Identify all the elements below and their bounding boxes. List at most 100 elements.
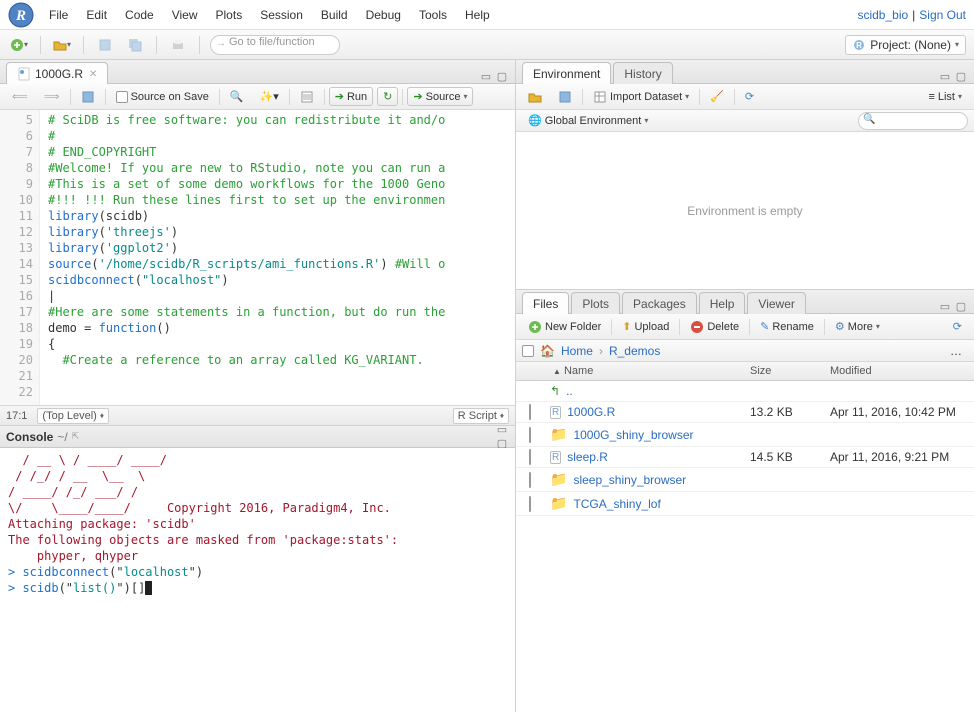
menu-debug[interactable]: Debug bbox=[366, 8, 401, 22]
new-file-button[interactable]: ▾ bbox=[8, 35, 30, 55]
project-chooser[interactable]: R Project: (None) ▾ bbox=[845, 35, 966, 55]
console-header: Console ~/ ⇱ ▭ ▢ bbox=[0, 426, 515, 448]
menu-code[interactable]: Code bbox=[125, 8, 154, 22]
lang-dropdown[interactable]: R Script♦ bbox=[453, 408, 509, 424]
env-save-button[interactable] bbox=[552, 87, 578, 107]
rename-button[interactable]: ✎Rename bbox=[754, 317, 820, 336]
file-link[interactable]: Rsleep.R bbox=[550, 450, 738, 464]
nav-fwd-button[interactable]: ⟹ bbox=[38, 87, 66, 106]
tab-help[interactable]: Help bbox=[699, 292, 746, 314]
folder-icon: 📁 bbox=[550, 471, 567, 488]
breadcrumb-home[interactable]: Home bbox=[561, 344, 593, 358]
notebook-button[interactable] bbox=[294, 87, 320, 107]
import-dataset-button[interactable]: Import Dataset▾ bbox=[587, 87, 695, 107]
row-checkbox[interactable] bbox=[529, 496, 531, 512]
table-row: 📁TCGA_shiny_lof bbox=[516, 492, 974, 516]
table-row: ↰.. bbox=[516, 381, 974, 402]
breadcrumb-folder[interactable]: R_demos bbox=[609, 344, 660, 358]
clear-env-button[interactable]: 🧹 bbox=[704, 87, 730, 106]
console-popup-icon[interactable]: ⇱ bbox=[72, 431, 80, 442]
code-area[interactable]: # SciDB is free software: you can redist… bbox=[40, 110, 515, 405]
refresh-files-button[interactable]: ⟳ bbox=[947, 317, 968, 336]
tab-environment[interactable]: Environment bbox=[522, 62, 611, 84]
row-checkbox[interactable] bbox=[529, 404, 531, 420]
minimize-pane-button[interactable]: ▭ bbox=[479, 69, 493, 83]
col-name[interactable]: ▲ Name bbox=[544, 362, 744, 381]
global-env-dropdown[interactable]: 🌐Global Environment▾ bbox=[522, 111, 654, 130]
minimize-env-button[interactable]: ▭ bbox=[938, 69, 952, 83]
env-list-toggle[interactable]: ≡ List▾ bbox=[922, 88, 968, 106]
select-all-checkbox[interactable] bbox=[522, 345, 534, 357]
refresh-env-button[interactable]: ⟳ bbox=[739, 87, 760, 106]
rfile-icon: R bbox=[550, 406, 561, 419]
source-on-save-check[interactable]: Source on Save bbox=[110, 88, 215, 106]
menu-tools[interactable]: Tools bbox=[419, 8, 447, 22]
menu-file[interactable]: File bbox=[49, 8, 68, 22]
more-button[interactable]: ⚙More▾ bbox=[829, 317, 886, 336]
col-modified[interactable]: Modified bbox=[824, 362, 974, 381]
env-empty-message: Environment is empty bbox=[516, 132, 974, 289]
files-breadcrumb: 🏠 Home › R_demos … bbox=[516, 340, 974, 362]
upload-button[interactable]: ⬆Upload bbox=[616, 317, 675, 336]
tab-viewer[interactable]: Viewer bbox=[747, 292, 805, 314]
minimize-files-button[interactable]: ▭ bbox=[938, 299, 952, 313]
menu-build[interactable]: Build bbox=[321, 8, 348, 22]
maximize-env-button[interactable]: ▢ bbox=[954, 69, 968, 83]
wand-button[interactable]: ✨▾ bbox=[254, 87, 285, 106]
file-link[interactable]: 📁1000G_shiny_browser bbox=[550, 426, 738, 443]
find-button[interactable]: 🔍 bbox=[224, 87, 250, 106]
env-search-input[interactable] bbox=[858, 112, 968, 130]
maximize-pane-button[interactable]: ▢ bbox=[495, 69, 509, 83]
source-button[interactable]: ➔Source▾ bbox=[407, 87, 473, 106]
file-link[interactable]: 📁TCGA_shiny_lof bbox=[550, 495, 738, 512]
source-statusbar: 17:1 (Top Level)♦ R Script♦ bbox=[0, 405, 515, 425]
menu-session[interactable]: Session bbox=[260, 8, 303, 22]
delete-button[interactable]: Delete bbox=[684, 317, 745, 337]
tab-history[interactable]: History bbox=[613, 62, 672, 84]
console-body[interactable]: / __ \ / ____/ ____/ / /_/ / __ \__ \/ _… bbox=[0, 448, 515, 712]
home-icon[interactable]: 🏠 bbox=[540, 344, 555, 358]
tab-packages[interactable]: Packages bbox=[622, 292, 697, 314]
file-link[interactable]: ↰.. bbox=[550, 384, 738, 398]
cursor-pos: 17:1 bbox=[6, 410, 27, 422]
signout-link[interactable]: Sign Out bbox=[919, 8, 966, 22]
files-toolbar: New Folder ⬆Upload Delete ✎Rename ⚙More▾… bbox=[516, 314, 974, 340]
global-toolbar: ▾ ▾ Go to file/function R Project: (None… bbox=[0, 30, 974, 60]
source-editor[interactable]: 5678910111213141516171819202122 # SciDB … bbox=[0, 110, 515, 405]
save-button[interactable] bbox=[94, 35, 116, 55]
maximize-files-button[interactable]: ▢ bbox=[954, 299, 968, 313]
user-info: scidb_bio | Sign Out bbox=[857, 8, 966, 22]
menu-view[interactable]: View bbox=[172, 8, 198, 22]
env-open-button[interactable] bbox=[522, 87, 548, 107]
row-checkbox[interactable] bbox=[529, 449, 531, 465]
minimize-console-button[interactable]: ▭ bbox=[495, 426, 509, 437]
open-file-button[interactable]: ▾ bbox=[51, 35, 73, 55]
row-checkbox[interactable] bbox=[529, 472, 531, 488]
breadcrumb-more-button[interactable]: … bbox=[944, 341, 968, 361]
new-folder-button[interactable]: New Folder bbox=[522, 317, 607, 337]
menu-plots[interactable]: Plots bbox=[216, 8, 243, 22]
nav-back-button[interactable]: ⟸ bbox=[6, 87, 34, 106]
env-tabstrip: Environment History ▭ ▢ bbox=[516, 60, 974, 84]
file-link[interactable]: R1000G.R bbox=[550, 405, 738, 419]
username-link[interactable]: scidb_bio bbox=[857, 8, 908, 22]
close-tab-icon[interactable]: ✕ bbox=[89, 69, 97, 80]
source-tab[interactable]: 1000G.R ✕ bbox=[6, 62, 108, 84]
menu-edit[interactable]: Edit bbox=[86, 8, 107, 22]
save-all-button[interactable] bbox=[124, 35, 146, 55]
col-size[interactable]: Size bbox=[744, 362, 824, 381]
file-link[interactable]: 📁sleep_shiny_browser bbox=[550, 471, 738, 488]
env-toolbar: Import Dataset▾ 🧹 ⟳ ≡ List▾ bbox=[516, 84, 974, 110]
rerun-button[interactable]: ↻ bbox=[377, 87, 398, 106]
table-row: 📁1000G_shiny_browser bbox=[516, 423, 974, 447]
row-checkbox[interactable] bbox=[529, 427, 531, 443]
goto-file-input[interactable]: Go to file/function bbox=[210, 35, 340, 55]
save-source-button[interactable] bbox=[75, 87, 101, 107]
run-button[interactable]: ➔Run bbox=[329, 87, 373, 106]
scope-dropdown[interactable]: (Top Level)♦ bbox=[37, 408, 109, 424]
env-scope-bar: 🌐Global Environment▾ bbox=[516, 110, 974, 132]
menu-help[interactable]: Help bbox=[465, 8, 490, 22]
print-button[interactable] bbox=[167, 35, 189, 55]
tab-plots[interactable]: Plots bbox=[571, 292, 620, 314]
tab-files[interactable]: Files bbox=[522, 292, 569, 314]
